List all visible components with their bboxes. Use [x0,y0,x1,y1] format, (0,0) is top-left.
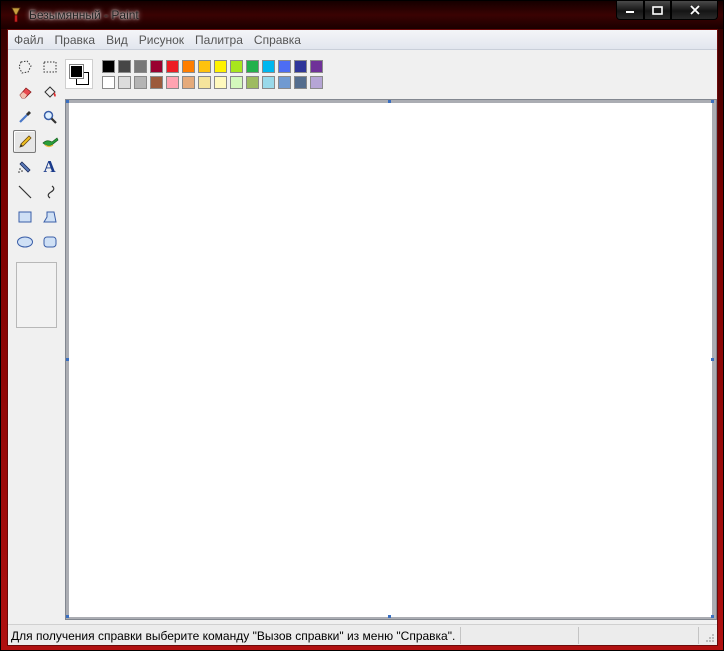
color-swatch[interactable] [230,76,243,89]
color-swatch[interactable] [246,76,259,89]
client-area: Файл Правка Вид Рисунок Палитра Справка [7,29,718,646]
color-swatch[interactable] [166,60,179,73]
color-swatch[interactable] [214,60,227,73]
maximize-button[interactable] [644,1,671,20]
menu-file[interactable]: Файл [8,30,49,50]
color-swatch[interactable] [278,76,291,89]
menu-help[interactable]: Справка [248,30,306,50]
paint-window: Безымянный - Paint Файл Правка Вид Рисун… [0,0,724,651]
color-swatch[interactable] [150,60,163,73]
maximize-icon [652,5,663,15]
curve-icon [47,185,54,198]
current-colors [65,59,93,89]
minimize-icon [626,11,634,13]
tool-fill[interactable] [38,80,61,103]
color-swatch[interactable] [230,60,243,73]
close-icon [689,5,700,15]
resize-handle-top-left [66,100,69,103]
color-swatch[interactable] [214,76,227,89]
tool-polygon[interactable] [38,205,61,228]
resize-handle-top [388,100,391,103]
menu-colors[interactable]: Палитра [189,30,248,50]
color-swatch[interactable] [310,60,323,73]
drawing-canvas[interactable] [69,103,712,617]
color-swatch[interactable] [134,60,147,73]
fill-bucket-icon [43,85,56,98]
tool-text[interactable]: A [38,155,61,178]
color-swatch[interactable] [310,76,323,89]
rect-select-icon [43,61,56,72]
tool-curve[interactable] [38,180,61,203]
rounded-rectangle-icon [43,236,56,247]
eyedropper-icon [18,110,31,123]
color-swatch[interactable] [182,60,195,73]
tool-eraser[interactable] [13,80,36,103]
rectangle-icon [18,211,31,222]
menu-view[interactable]: Вид [100,30,133,50]
foreground-color [69,64,84,79]
color-swatch[interactable] [150,76,163,89]
brush-icon [41,136,58,147]
color-swatch[interactable] [182,76,195,89]
color-palette [65,59,325,93]
color-swatch[interactable] [102,76,115,89]
eraser-icon [18,86,32,98]
tool-ellipse[interactable] [13,230,36,253]
text-icon: A [43,156,56,176]
tool-pick-color[interactable] [13,105,36,128]
color-swatch[interactable] [166,76,179,89]
resize-handle-top-right [711,100,714,103]
close-button[interactable] [671,1,718,20]
tool-rectangle[interactable] [13,205,36,228]
menu-edit[interactable]: Правка [49,30,101,50]
color-swatch[interactable] [294,76,307,89]
resize-grip-icon[interactable] [705,633,715,643]
status-separator [460,627,461,644]
menu-image[interactable]: Рисунок [133,30,189,50]
title-bar[interactable]: Безымянный - Paint [1,1,723,29]
magnifier-icon [43,110,57,124]
tool-rect-select[interactable] [38,55,61,78]
status-text: Для получения справки выберите команду "… [11,629,456,643]
airbrush-icon [17,160,31,173]
status-separator [698,627,699,644]
paint-app-icon [11,7,21,23]
color-swatch[interactable] [198,76,211,89]
color-swatch[interactable] [134,76,147,89]
status-bar: Для получения справки выберите команду "… [8,624,717,645]
polygon-icon [42,211,57,222]
free-form-select-icon [17,59,32,74]
resize-handle-bottom[interactable] [388,615,391,618]
tool-free-select[interactable] [13,55,36,78]
menu-bar: Файл Правка Вид Рисунок Палитра Справка [8,30,717,50]
tool-line[interactable] [13,180,36,203]
status-separator [578,627,579,644]
color-swatch[interactable] [198,60,211,73]
resize-handle-right[interactable] [711,358,714,361]
color-swatch[interactable] [262,76,275,89]
color-swatch[interactable] [118,60,131,73]
tool-airbrush[interactable] [13,155,36,178]
tool-rounded-rectangle[interactable] [38,230,61,253]
tool-magnifier[interactable] [38,105,61,128]
pencil-icon [18,134,32,148]
color-swatch[interactable] [278,60,291,73]
canvas-workspace [65,99,717,620]
color-swatch[interactable] [102,60,115,73]
color-swatch[interactable] [294,60,307,73]
color-swatch[interactable] [118,76,131,89]
tool-options-panel[interactable] [16,262,57,328]
line-icon [18,185,31,198]
resize-handle-left [66,358,69,361]
tool-brush[interactable] [38,130,61,153]
resize-handle-bottom-left [66,615,69,618]
color-swatch[interactable] [262,60,275,73]
ellipse-icon [16,236,33,247]
resize-handle-bottom-right[interactable] [711,615,714,618]
color-swatch[interactable] [246,60,259,73]
window-title: Безымянный - Paint [29,8,139,22]
minimize-button[interactable] [616,1,644,20]
tool-pencil[interactable] [13,130,36,153]
